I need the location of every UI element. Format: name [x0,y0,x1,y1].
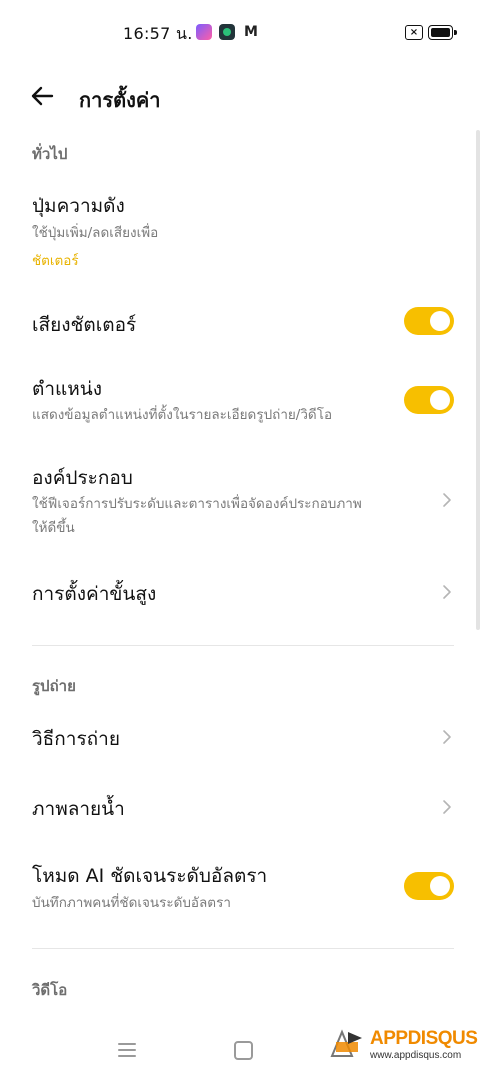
row-shutter-sound-title: เสียงชัตเตอร์ [32,314,137,336]
divider [32,645,454,646]
row-composition-subtitle-line2: ให้ดีขึ้น [32,520,75,536]
status-bar: 16:57 น. M × [0,0,486,62]
row-shutter-sound[interactable]: เสียงชัตเตอร์ [0,295,486,351]
row-volume-button[interactable]: ปุ่มความดัง ใช้ปุ่มเพิ่ม/ลดเสียงเพื่อ ชั… [0,185,486,275]
row-ai-ultra-clear-subtitle: บันทึกภาพคนที่ชัดเจนระดับอัลตรา [32,895,231,911]
green-app-icon [219,24,235,40]
appdisqus-badge-icon [330,1029,362,1057]
row-shooting-method-title: วิธีการถ่าย [32,728,120,750]
location-toggle[interactable] [404,386,454,414]
page-title: การตั้งค่า [79,88,161,112]
nav-recents-button[interactable] [118,1042,136,1058]
row-shooting-method[interactable]: วิธีการถ่าย [0,712,486,764]
arrow-left-icon [31,86,54,106]
app-header: การตั้งค่า [0,70,486,124]
chevron-right-icon [443,493,451,507]
menu-line [118,1043,136,1045]
notification-muted-icon: × [405,25,423,40]
watermark-url: www.appdisqus.com [370,1050,462,1061]
row-composition[interactable]: องค์ประกอบ ใช้ฟีเจอร์การปรับระดับและตารา… [0,455,486,545]
shutter-sound-toggle[interactable] [404,307,454,335]
row-composition-title: องค์ประกอบ [32,467,133,489]
row-ai-ultra-clear[interactable]: โหมด AI ชัดเจนระดับอัลตรา บันทึกภาพคนที่… [0,853,486,923]
nav-home-button[interactable] [234,1041,253,1060]
battery-icon [428,25,457,40]
menu-line [118,1049,136,1051]
row-watermark[interactable]: ภาพลายน้ำ [0,782,486,834]
gmail-icon: M [244,24,258,40]
row-advanced-settings-title: การตั้งค่าขั้นสูง [32,583,157,605]
chevron-right-icon [443,730,451,744]
status-time: 16:57 น. [123,24,193,43]
section-header-video: วิดีโอ [32,981,68,999]
menu-line [118,1055,136,1057]
row-volume-button-value: ชัตเตอร์ [32,253,79,269]
shortcut-app-icon [196,24,212,40]
chevron-right-icon [443,585,451,599]
row-location-title: ตำแหน่ง [32,378,103,400]
row-advanced-settings[interactable]: การตั้งค่าขั้นสูง [0,565,486,621]
row-location[interactable]: ตำแหน่ง แสดงข้อมูลตำแหน่งที่ตั้งในรายละเ… [0,366,486,436]
section-header-photo: รูปถ่าย [32,677,76,695]
row-location-subtitle: แสดงข้อมูลตำแหน่งที่ตั้งในรายละเอียดรูปถ… [32,407,333,423]
divider [32,948,454,949]
watermark-logo-text: APPDISQUS [370,1028,478,1049]
toggle-knob [430,311,450,331]
row-ai-ultra-clear-title: โหมด AI ชัดเจนระดับอัลตรา [32,865,268,887]
ai-ultra-clear-toggle[interactable] [404,872,454,900]
appdisqus-watermark: APPDISQUS www.appdisqus.com [330,1026,478,1066]
row-volume-button-subtitle: ใช้ปุ่มเพิ่ม/ลดเสียงเพื่อ [32,225,159,241]
row-watermark-title: ภาพลายน้ำ [32,798,125,820]
toggle-knob [430,390,450,410]
chevron-right-icon [443,800,451,814]
section-header-general: ทั่วไป [32,145,68,163]
back-button[interactable] [26,80,58,112]
toggle-knob [430,876,450,896]
row-volume-button-title: ปุ่มความดัง [32,195,125,217]
row-composition-subtitle-line1: ใช้ฟีเจอร์การปรับระดับและตารางเพื่อจัดอง… [32,496,362,512]
